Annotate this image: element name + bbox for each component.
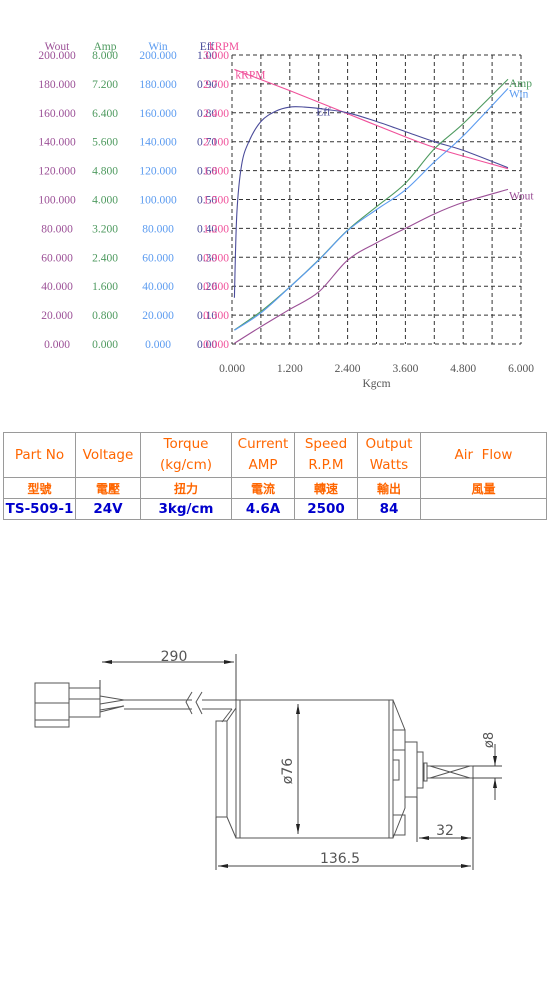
y-tick-label: 140.000 [139,137,177,149]
y-tick-label: 5.600 [92,137,118,149]
y-tick-label: 1.800 [203,166,229,178]
y-tick-label: 2.400 [203,108,229,120]
x-tick-label: 3.600 [392,363,418,375]
series-label-eff: Eff [316,107,331,119]
header-air-flow: Air Flow [420,432,547,478]
value-voltage: 24V [75,498,141,520]
x-tick-label: 1.200 [277,363,303,375]
y-tick-label: 0.800 [92,310,118,322]
table-chinese-header-row: 型號 電壓 扭力 電流 轉速 輸出 風量 [3,477,547,499]
y-tick-label: 160.000 [38,108,76,120]
series-line-win [234,88,509,331]
y-tick-label: 2.400 [92,252,118,264]
y-tick-label: 0.000 [145,339,171,351]
series-label-wout: Wout [509,190,534,202]
series-line-eff [233,106,509,298]
series-label-win: Win [509,89,529,101]
y-tick-label: 0.600 [203,281,229,293]
cn-air-flow: 風量 [420,477,547,499]
value-current: 4.6A [231,498,295,520]
x-tick-label: 2.400 [335,363,361,375]
y-tick-label: 7.200 [92,79,118,91]
y-tick-label: 180.000 [38,79,76,91]
y-tick-label: 200.000 [38,50,76,62]
motor-dimension-drawing: 290 ø76 ø8 32 136.5 [34,649,502,870]
cable-wires [99,691,270,723]
y-tick-label: 140.000 [38,137,76,149]
y-tick-label: 0.300 [203,310,229,322]
y-tick-label: 120.000 [139,166,177,178]
x-tick-label: 0.000 [219,363,245,375]
x-axis: 0.000 1.200 2.400 3.600 4.800 6.000 Kgcm [219,363,534,390]
y-tick-label: 4.800 [92,166,118,178]
header-part-no: Part No [3,432,76,478]
dim-body-diameter: ø76 [280,758,296,784]
header-current: Current AMP [231,432,295,478]
y-tick-label: 3.000 [203,50,229,62]
connector-plug [34,682,101,728]
y-axis-labels: Wout0.00020.00040.00060.00080.000100.000… [38,41,239,351]
cn-current: 電流 [231,477,295,499]
y-tick-label: 60.000 [142,252,174,264]
y-tick-label: 40.000 [41,281,73,293]
dim-cable-length: 290 [161,649,188,665]
header-torque: Torque (kg/cm) [140,432,232,478]
motor-shaft [423,762,474,782]
y-tick-label: 160.000 [139,108,177,120]
y-tick-label: 200.000 [139,50,177,62]
cn-torque: 扭力 [140,477,232,499]
value-speed: 2500 [294,498,358,520]
series-line-wout [234,188,509,344]
cn-voltage: 電壓 [75,477,141,499]
y-tick-label: 1.500 [203,195,229,207]
value-part-no: TS-509-1 [3,498,76,520]
y-tick-label: 6.400 [92,108,118,120]
y-tick-label: 80.000 [142,223,174,235]
y-tick-label: 2.700 [203,79,229,91]
table-row: TS-509-1 24V 3kg/cm 4.6A 2500 84 [3,498,547,520]
y-tick-label: 2.100 [203,137,229,149]
value-air-flow [420,498,547,520]
motor-body [215,699,424,839]
header-speed: Speed R.P.M [294,432,358,478]
dim-shaft-diameter: ø8 [482,732,497,748]
y-tick-label: 20.000 [41,310,73,322]
x-tick-label: 6.000 [508,363,534,375]
series-label-krpm: kRPM [235,69,265,81]
cn-output: 輸出 [357,477,421,499]
y-tick-label: 0.000 [203,339,229,351]
value-torque: 3kg/cm [140,498,232,520]
y-tick-label: 4.000 [92,195,118,207]
header-voltage: Voltage [75,432,141,478]
dim-total-length: 136.5 [320,851,360,867]
y-tick-label: 60.000 [41,252,73,264]
cn-part-no: 型號 [3,477,76,499]
chart-series: kRPMEffAmpWinWout [233,68,534,344]
y-tick-label: 100.000 [38,195,76,207]
y-tick-label: 180.000 [139,79,177,91]
y-tick-label: 40.000 [142,281,174,293]
table-header-row: Part No Voltage Torque (kg/cm) Current AMP… [3,432,547,478]
y-tick-label: 0.900 [203,252,229,264]
cn-speed: 轉速 [294,477,358,499]
y-tick-label: 120.000 [38,166,76,178]
y-tick-label: 0.000 [92,339,118,351]
performance-chart: Wout 0.000 20.000 40.000 60.000 80.000 100.000… [38,41,534,390]
y-tick-label: 1.600 [92,281,118,293]
x-tick-label: 4.800 [450,363,476,375]
x-axis-label: Kgcm [362,378,390,390]
y-tick-label: 0.000 [44,339,70,351]
header-output: Output Watts [357,432,421,478]
y-tick-label: 1.200 [203,223,229,235]
value-output: 84 [357,498,421,520]
series-line-amp [234,78,509,331]
y-tick-label: 8.000 [92,50,118,62]
y-tick-label: 3.200 [92,223,118,235]
y-tick-label: 100.000 [139,195,177,207]
dim-shaft-length: 32 [436,823,454,839]
y-tick-label: 20.000 [142,310,174,322]
spec-table: Part No Voltage Torque (kg/cm) Current AMP… [3,432,547,520]
y-tick-label: 80.000 [41,223,73,235]
